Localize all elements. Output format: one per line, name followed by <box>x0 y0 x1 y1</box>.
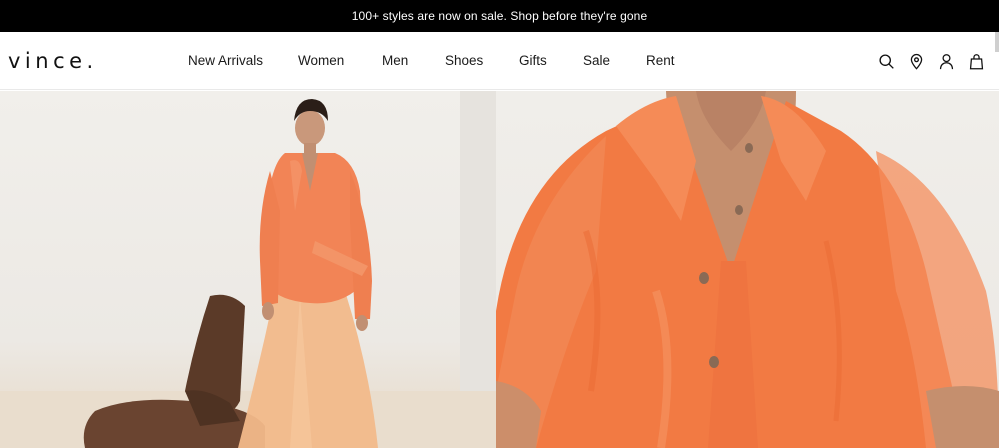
account-icon[interactable] <box>937 50 955 72</box>
hero-image-right[interactable] <box>496 91 999 448</box>
shirt-closeup-photo <box>496 91 999 448</box>
header-icons <box>877 50 985 72</box>
nav-item-women[interactable]: Women <box>298 52 344 70</box>
site-header: vince. New Arrivals Women Men Shoes Gift… <box>0 32 999 90</box>
promo-text[interactable]: 100+ styles are now on sale. Shop before… <box>352 9 647 23</box>
location-icon[interactable] <box>907 50 925 72</box>
scrollbar[interactable] <box>995 32 999 52</box>
model-full-length-photo <box>0 91 496 448</box>
promo-banner[interactable]: 100+ styles are now on sale. Shop before… <box>0 0 999 32</box>
nav-item-rent[interactable]: Rent <box>646 52 675 70</box>
nav-item-sale[interactable]: Sale <box>583 52 610 70</box>
search-icon[interactable] <box>877 50 895 72</box>
brand-logo[interactable]: vince. <box>8 48 98 74</box>
nav-item-shoes[interactable]: Shoes <box>445 52 483 70</box>
nav-item-new-arrivals[interactable]: New Arrivals <box>188 52 263 70</box>
bag-icon[interactable] <box>967 50 985 72</box>
nav-item-men[interactable]: Men <box>382 52 408 70</box>
hero-image-left[interactable] <box>0 91 496 448</box>
nav-item-gifts[interactable]: Gifts <box>519 52 547 70</box>
